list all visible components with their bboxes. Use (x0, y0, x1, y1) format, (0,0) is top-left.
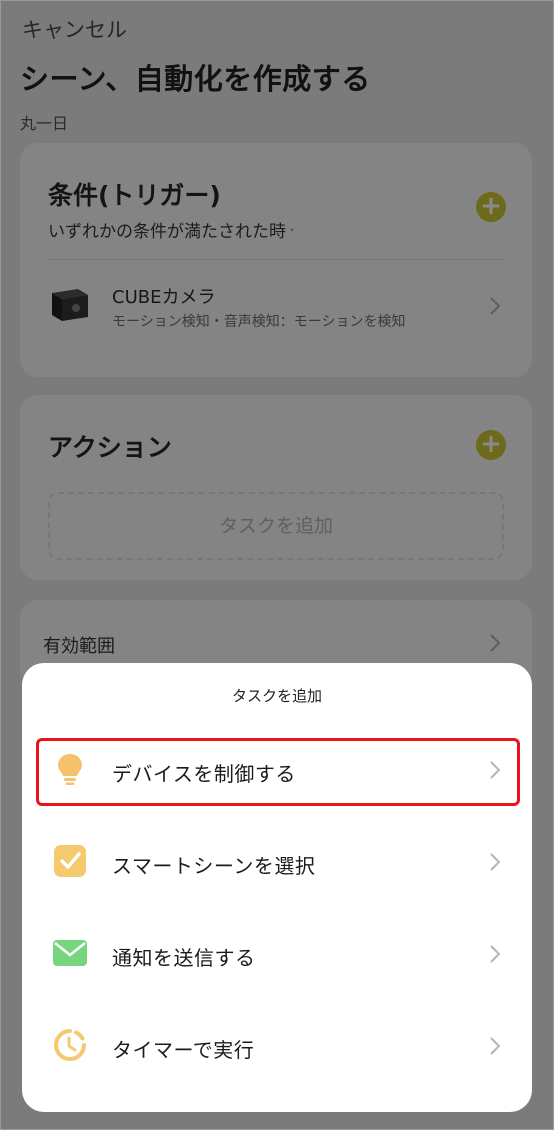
screenshot-border (0, 0, 554, 1130)
